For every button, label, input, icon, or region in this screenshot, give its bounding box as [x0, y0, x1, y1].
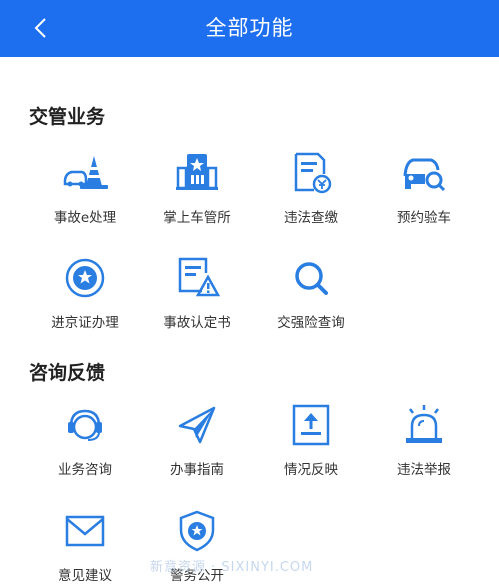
- watermark: 新意资源 · SIXINYI.COM: [150, 560, 314, 575]
- function-inspection-booking[interactable]: 预约验车: [369, 150, 479, 226]
- section-title-traffic: 交管业务: [29, 106, 106, 128]
- paper-plane-icon: [178, 406, 216, 444]
- function-label: 办事指南: [170, 462, 224, 478]
- function-violation-report[interactable]: 违法举报: [369, 402, 479, 478]
- mail-icon: [65, 515, 105, 547]
- function-mobile-dmv[interactable]: 掌上车管所: [142, 150, 252, 226]
- function-label: 违法举报: [397, 462, 451, 478]
- function-suggestions[interactable]: 意见建议: [30, 508, 140, 584]
- function-insurance-query[interactable]: 交强险查询: [256, 255, 366, 331]
- function-guide[interactable]: 办事指南: [142, 402, 252, 478]
- function-situation-report[interactable]: 情况反映: [256, 402, 366, 478]
- car-search-icon: [403, 158, 446, 192]
- function-label: 进京证办理: [51, 315, 119, 331]
- function-label: 交强险查询: [277, 315, 345, 331]
- page-title: 全部功能: [205, 16, 294, 40]
- function-label: 意见建议: [58, 568, 112, 584]
- function-beijing-permit[interactable]: 进京证办理: [30, 255, 140, 331]
- headset-icon: [68, 409, 102, 441]
- top-bar: 全部功能: [0, 0, 499, 57]
- function-label: 业务咨询: [58, 462, 112, 478]
- function-label: 违法查缴: [284, 210, 338, 226]
- function-label: 掌上车管所: [163, 210, 231, 226]
- function-label: 事故认定书: [163, 315, 231, 331]
- document-warning-icon: [178, 257, 220, 297]
- alarm-light-icon: [406, 405, 442, 443]
- accident-cone-icon: [63, 156, 108, 189]
- function-accident-e[interactable]: 事故e处理: [30, 150, 140, 226]
- function-consultation[interactable]: 业务咨询: [30, 402, 140, 478]
- police-shield-icon: [179, 510, 215, 552]
- function-accident-report[interactable]: 事故认定书: [142, 255, 252, 331]
- function-label: 预约验车: [397, 210, 451, 226]
- upload-document-icon: [292, 404, 330, 446]
- function-label: 事故e处理: [53, 210, 117, 226]
- section-title-feedback: 咨询反馈: [29, 362, 106, 384]
- building-icon: [176, 154, 218, 190]
- document-coin-icon: [294, 152, 332, 194]
- badge-star-icon: [65, 258, 105, 298]
- search-icon: [295, 262, 328, 295]
- function-label: 情况反映: [284, 462, 338, 478]
- function-violation-pay[interactable]: 违法查缴: [256, 150, 366, 226]
